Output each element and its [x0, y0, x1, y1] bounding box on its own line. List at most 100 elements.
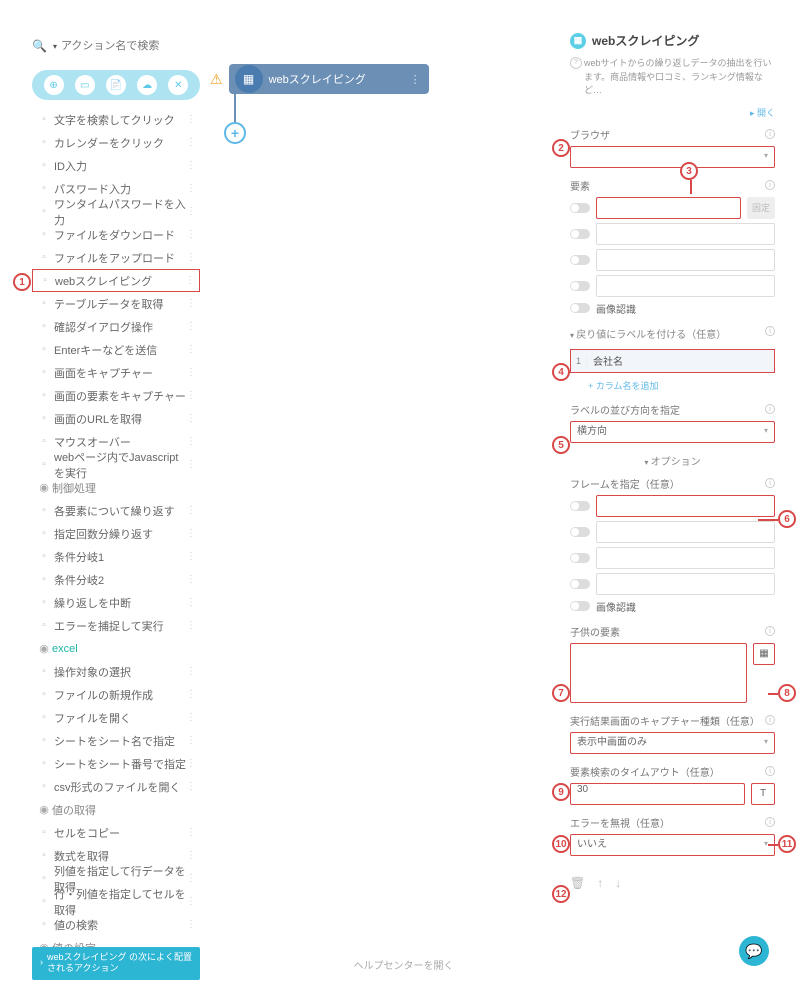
action-menu[interactable]: ⋮ [186, 137, 196, 148]
action-item[interactable]: ▫条件分岐2⋮ [32, 568, 200, 591]
action-menu[interactable]: ⋮ [186, 781, 196, 792]
info-icon[interactable]: i [765, 404, 775, 414]
toggle-1[interactable] [570, 203, 590, 213]
action-menu[interactable]: ⋮ [186, 321, 196, 332]
action-menu[interactable]: ⋮ [186, 551, 196, 562]
action-item[interactable]: ▫セルをコピー⋮ [32, 821, 200, 844]
action-menu[interactable]: ⋮ [186, 896, 196, 907]
frame-input-3[interactable] [596, 547, 775, 569]
chat-fab[interactable]: 💬 [739, 936, 769, 966]
info-icon[interactable]: i [765, 766, 775, 776]
action-item[interactable]: ▫画面の要素をキャプチャー⋮ [32, 384, 200, 407]
action-menu[interactable]: ⋮ [186, 413, 196, 424]
frame-input-2[interactable] [596, 521, 775, 543]
capture-select[interactable]: 表示中画面のみ [570, 732, 775, 754]
ignore-error-select[interactable]: いいえ [570, 834, 775, 856]
image-recog-toggle[interactable] [570, 303, 590, 313]
action-menu[interactable]: ⋮ [186, 735, 196, 746]
action-menu[interactable]: ⋮ [186, 758, 196, 769]
search-icon[interactable]: 🔍 [32, 39, 47, 53]
action-item[interactable]: ▫ワンタイムパスワードを入力⋮ [32, 200, 200, 223]
action-item[interactable]: ▫ファイルをダウンロード⋮ [32, 223, 200, 246]
return-label-section[interactable]: 戻り値にラベルを付ける（任意） i [570, 326, 775, 341]
add-node-button[interactable]: + [224, 122, 246, 144]
action-item[interactable]: ▫画面をキャプチャー⋮ [32, 361, 200, 384]
bottom-tip[interactable]: webスクレイピング の次によく配置されるアクション [32, 947, 200, 980]
action-item[interactable]: ▫条件分岐1⋮ [32, 545, 200, 568]
label-row[interactable]: 1 会社名 [570, 349, 775, 373]
action-menu[interactable]: ⋮ [186, 252, 196, 263]
action-item[interactable]: ▫シートをシート番号で指定⋮ [32, 752, 200, 775]
info-icon[interactable]: i [765, 626, 775, 636]
action-item[interactable]: ▫値の検索⋮ [32, 913, 200, 936]
browser-select[interactable] [570, 146, 775, 168]
toggle-f3[interactable] [570, 553, 590, 563]
action-menu[interactable]: ⋮ [186, 689, 196, 700]
help-center-link[interactable]: ヘルプセンターを開く [354, 957, 454, 972]
action-item[interactable]: ▫各要素について繰り返す⋮ [32, 499, 200, 522]
toolbar-btn-4[interactable]: ☁ [137, 75, 157, 95]
action-item[interactable]: ▫カレンダーをクリック⋮ [32, 131, 200, 154]
action-menu[interactable]: ⋮ [186, 183, 196, 194]
action-item[interactable]: ▫テーブルデータを取得⋮ [32, 292, 200, 315]
toolbar-btn-3[interactable]: 📄 [106, 75, 126, 95]
frame-input-4[interactable] [596, 573, 775, 595]
info-icon[interactable]: i [765, 715, 775, 725]
action-menu[interactable]: ⋮ [186, 298, 196, 309]
info-icon[interactable]: i [765, 129, 775, 139]
move-down-icon[interactable]: ↓ [615, 876, 621, 890]
toggle-f4[interactable] [570, 579, 590, 589]
action-item[interactable]: ▫シートをシート名で指定⋮ [32, 729, 200, 752]
element-input-3[interactable] [596, 249, 775, 271]
action-menu[interactable]: ⋮ [186, 528, 196, 539]
action-menu[interactable]: ⋮ [186, 160, 196, 171]
options-section[interactable]: オプション [570, 453, 775, 468]
toolbar-btn-5[interactable]: ✕ [168, 75, 188, 95]
action-item[interactable]: ▫エラーを捕捉して実行⋮ [32, 614, 200, 637]
group-header[interactable]: ◉値の取得 [32, 798, 200, 821]
action-menu[interactable]: ⋮ [186, 344, 196, 355]
toggle-f2[interactable] [570, 527, 590, 537]
action-item[interactable]: ▫webスクレイピング⋮ [32, 269, 200, 292]
child-side-button[interactable]: ▦ [753, 643, 775, 665]
action-menu[interactable]: ⋮ [186, 229, 196, 240]
action-item[interactable]: ▫確認ダイアログ操作⋮ [32, 315, 200, 338]
action-item[interactable]: ▫webページ内でJavascriptを実行⋮ [32, 453, 200, 476]
label-value[interactable]: 会社名 [587, 353, 774, 368]
element-input-4[interactable] [596, 275, 775, 297]
action-item[interactable]: ▫ファイルを開く⋮ [32, 706, 200, 729]
search-caret[interactable]: ▾ [53, 42, 57, 51]
action-menu[interactable]: ⋮ [186, 597, 196, 608]
action-menu[interactable]: ⋮ [186, 390, 196, 401]
action-item[interactable]: ▫画面のURLを取得⋮ [32, 407, 200, 430]
action-item[interactable]: ▫ファイルをアップロード⋮ [32, 246, 200, 269]
move-up-icon[interactable]: ↑ [597, 876, 603, 890]
element-input-1[interactable] [596, 197, 741, 219]
action-menu[interactable]: ⋮ [186, 850, 196, 861]
image-recog-toggle-2[interactable] [570, 601, 590, 611]
collapse-toggle[interactable]: ▸ 開く [570, 106, 775, 119]
info-icon[interactable]: i [765, 478, 775, 488]
action-menu[interactable]: ⋮ [186, 206, 196, 217]
action-item[interactable]: ▫操作対象の選択⋮ [32, 660, 200, 683]
add-column-link[interactable]: + カラム名を追加 [588, 379, 775, 392]
action-item[interactable]: ▫行・列値を指定してセルを取得⋮ [32, 890, 200, 913]
info-icon[interactable]: i [765, 817, 775, 827]
delete-icon[interactable]: 🗑 [570, 876, 585, 890]
direction-select[interactable]: 横方向 [570, 421, 775, 443]
toggle-4[interactable] [570, 281, 590, 291]
timeout-unit-button[interactable]: T [751, 783, 775, 805]
action-menu[interactable]: ⋮ [186, 620, 196, 631]
toggle-2[interactable] [570, 229, 590, 239]
fix-button[interactable]: 固定 [747, 197, 775, 219]
toggle-3[interactable] [570, 255, 590, 265]
action-item[interactable]: ▫指定回数分繰り返す⋮ [32, 522, 200, 545]
action-menu[interactable]: ⋮ [186, 505, 196, 516]
search-input[interactable] [61, 40, 200, 52]
child-textarea[interactable] [570, 643, 747, 703]
action-item[interactable]: ▫繰り返しを中断⋮ [32, 591, 200, 614]
action-menu[interactable]: ⋮ [186, 827, 196, 838]
node-chip[interactable]: ▦ webスクレイピング ⋮ [229, 64, 429, 94]
action-item[interactable]: ▫文字を検索してクリック⋮ [32, 108, 200, 131]
action-menu[interactable]: ⋮ [186, 114, 196, 125]
